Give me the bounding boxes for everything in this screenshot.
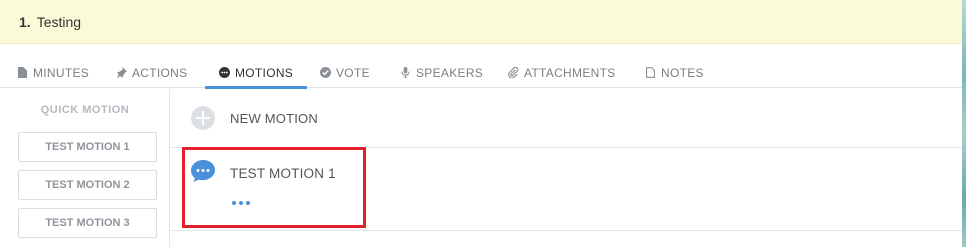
tab-label: NOTES [661,65,704,80]
pin-icon [116,67,127,78]
paperclip-icon [508,67,519,78]
new-motion-label: NEW MOTION [230,111,318,126]
quick-motion-button[interactable]: TEST MOTION 1 [18,132,157,162]
agenda-item-number: 1. [19,13,31,30]
quick-motion-button[interactable]: TEST MOTION 2 [18,170,157,200]
microphone-icon [401,67,410,78]
tab-notes[interactable]: NOTES [645,58,704,87]
quick-motion-button[interactable]: TEST MOTION 3 [18,208,157,238]
tab-minutes[interactable]: MINUTES [17,58,89,87]
tab-speakers[interactable]: SPEAKERS [400,58,483,87]
tab-label: MOTIONS [235,65,294,80]
tab-actions[interactable]: ACTIONS [116,58,187,87]
tab-label: MINUTES [33,65,90,80]
quick-motion-panel: QUICK MOTION TEST MOTION 1 TEST MOTION 2… [0,89,170,247]
tab-label: ACTIONS [132,65,188,80]
quick-motion-title: QUICK MOTION [40,104,130,116]
note-icon [646,67,655,78]
tab-bar: MINUTES ACTIONS MOTIONS VOTE SPEAKERS AT… [0,58,962,89]
plus-icon [191,106,215,130]
check-circle-icon [320,67,331,78]
tab-label: SPEAKERS [416,65,484,80]
motion-list-item[interactable]: TEST MOTION 1 [171,149,962,231]
agenda-item-title: Testing [36,13,82,30]
chat-bubble-icon [219,67,230,78]
document-icon [17,67,28,78]
background-strip [962,0,966,247]
agenda-item-header: 1. Testing [0,0,962,44]
tab-attachments[interactable]: ATTACHMENTS [508,58,616,87]
tab-motions[interactable]: MOTIONS [204,58,308,89]
tab-vote[interactable]: VOTE [320,58,370,87]
motion-title: TEST MOTION 1 [230,166,336,181]
more-options-icon[interactable] [232,201,250,205]
tab-label: VOTE [336,65,370,80]
tab-label: ATTACHMENTS [524,65,616,80]
chat-bubble-icon [191,160,215,182]
new-motion-button[interactable]: NEW MOTION [171,89,962,148]
